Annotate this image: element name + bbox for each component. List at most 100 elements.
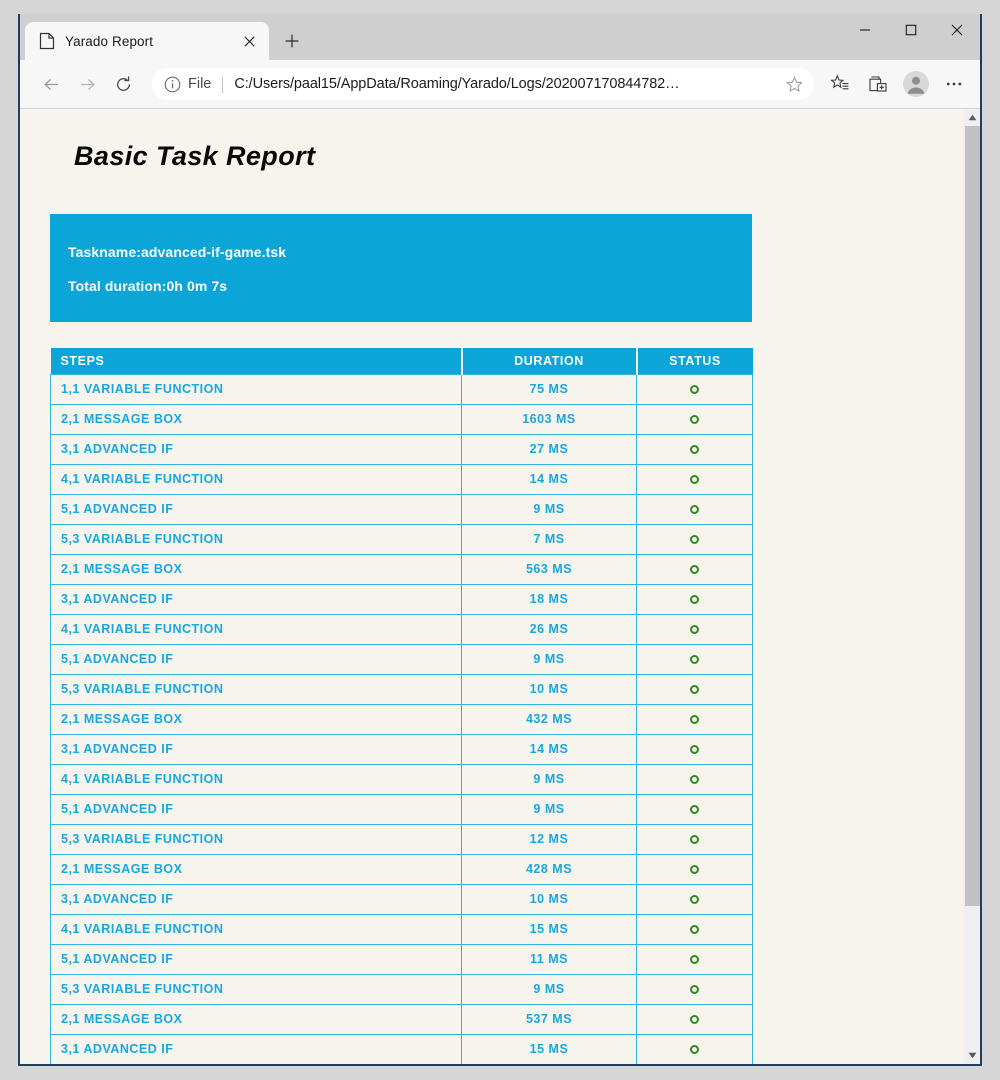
close-tab-icon[interactable] xyxy=(237,29,261,53)
status-ok-icon xyxy=(690,895,699,905)
table-row: 3,1 ADVANCED IF 14 MS xyxy=(50,733,753,765)
table-row: 4,1 VARIABLE FUNCTION 15 MS xyxy=(50,913,753,945)
cell-step: 2,1 MESSAGE BOX xyxy=(50,703,462,735)
cell-duration: 14 MS xyxy=(461,463,637,495)
forward-button[interactable] xyxy=(70,67,104,101)
scroll-up-icon[interactable] xyxy=(964,109,980,126)
maximize-button[interactable] xyxy=(888,14,934,46)
cell-step: 5,3 VARIABLE FUNCTION xyxy=(50,673,462,705)
tab-yarado-report[interactable]: Yarado Report xyxy=(25,22,269,60)
cell-duration: 9 MS xyxy=(461,763,637,795)
table-row: 2,1 MESSAGE BOX 432 MS xyxy=(50,703,753,735)
cell-step: 5,3 VARIABLE FUNCTION xyxy=(50,523,462,555)
cell-step: 3,1 ADVANCED IF xyxy=(50,733,462,765)
cell-status xyxy=(636,403,753,435)
table-row: 5,3 VARIABLE FUNCTION 7 MS xyxy=(50,523,753,555)
minimize-button[interactable] xyxy=(842,14,888,46)
cell-status xyxy=(636,973,753,1005)
new-tab-button[interactable] xyxy=(275,24,309,58)
cell-step: 5,3 VARIABLE FUNCTION xyxy=(50,823,462,855)
cell-duration: 10 MS xyxy=(461,883,637,915)
cell-duration: 7 MS xyxy=(461,523,637,555)
cell-status xyxy=(636,463,753,495)
cell-step: 4,1 VARIABLE FUNCTION xyxy=(50,763,462,795)
favorites-icon[interactable] xyxy=(822,66,858,102)
table-row: 5,3 VARIABLE FUNCTION 10 MS xyxy=(50,673,753,705)
address-bar[interactable]: File C:/Users/paal15/AppData/Roaming/Yar… xyxy=(152,68,814,100)
refresh-button[interactable] xyxy=(106,67,140,101)
cell-step: 1,1 VARIABLE FUNCTION xyxy=(50,373,462,405)
cell-status xyxy=(636,703,753,735)
cell-status xyxy=(636,553,753,585)
cell-status xyxy=(636,673,753,705)
tab-strip: Yarado Report xyxy=(20,14,980,60)
cell-step: 5,1 ADVANCED IF xyxy=(50,793,462,825)
cell-step: 5,3 VARIABLE FUNCTION xyxy=(50,973,462,1005)
table-row: 5,3 VARIABLE FUNCTION 12 MS xyxy=(50,823,753,855)
status-ok-icon xyxy=(690,565,699,575)
status-ok-icon xyxy=(690,1045,699,1055)
table-row: 5,1 ADVANCED IF 11 MS xyxy=(50,943,753,975)
cell-step: 5,1 ADVANCED IF xyxy=(50,493,462,525)
more-menu-button[interactable] xyxy=(936,66,972,102)
cell-step: 2,1 MESSAGE BOX xyxy=(50,1003,462,1035)
status-ok-icon xyxy=(690,535,699,545)
status-ok-icon xyxy=(690,835,699,845)
cell-status xyxy=(636,883,753,915)
scrollbar-thumb[interactable] xyxy=(965,126,980,906)
column-header-status[interactable]: STATUS xyxy=(636,348,753,374)
cell-duration: 428 MS xyxy=(461,853,637,885)
table-header-row: STEPS DURATION STATUS xyxy=(50,348,753,374)
cell-status xyxy=(636,853,753,885)
tab-title: Yarado Report xyxy=(65,33,154,49)
status-ok-icon xyxy=(690,505,699,515)
collections-icon[interactable] xyxy=(860,66,896,102)
status-ok-icon xyxy=(690,595,699,605)
cell-step: 5,1 ADVANCED IF xyxy=(50,643,462,675)
info-icon[interactable] xyxy=(164,76,181,93)
cell-status xyxy=(636,493,753,525)
status-ok-icon xyxy=(690,745,699,755)
task-summary-banner: Taskname:advanced-if-game.tsk Total dura… xyxy=(50,214,752,322)
browser-window: Yarado Report File C:/Users/paal15/AppDa… xyxy=(18,14,982,1066)
table-row: 2,1 MESSAGE BOX 428 MS xyxy=(50,853,753,885)
cell-duration: 9 MS xyxy=(461,643,637,675)
cell-status xyxy=(636,433,753,465)
cell-step: 5,1 ADVANCED IF xyxy=(50,943,462,975)
column-header-steps[interactable]: STEPS xyxy=(50,348,463,374)
status-ok-icon xyxy=(690,1015,699,1025)
table-row: 4,1 VARIABLE FUNCTION 14 MS xyxy=(50,463,753,495)
cell-status xyxy=(636,823,753,855)
url-text[interactable]: C:/Users/paal15/AppData/Roaming/Yarado/L… xyxy=(234,76,780,92)
cell-status xyxy=(636,643,753,675)
table-row: 4,1 VARIABLE FUNCTION 26 MS xyxy=(50,613,753,645)
vertical-scrollbar[interactable] xyxy=(963,109,980,1064)
profile-avatar-icon[interactable] xyxy=(898,66,934,102)
status-ok-icon xyxy=(690,775,699,785)
close-button[interactable] xyxy=(934,14,980,46)
status-ok-icon xyxy=(690,385,699,395)
cell-status xyxy=(636,913,753,945)
status-ok-icon xyxy=(690,655,699,665)
cell-step: 3,1 ADVANCED IF xyxy=(50,433,462,465)
content-area: Basic Task Report Taskname:advanced-if-g… xyxy=(20,108,980,1064)
cell-duration: 563 MS xyxy=(461,553,637,585)
column-header-duration[interactable]: DURATION xyxy=(461,348,638,374)
table-row: 5,3 VARIABLE FUNCTION 9 MS xyxy=(50,973,753,1005)
table-row: 5,1 ADVANCED IF 9 MS xyxy=(50,643,753,675)
cell-duration: 9 MS xyxy=(461,793,637,825)
cell-status xyxy=(636,613,753,645)
page-title: Basic Task Report xyxy=(74,141,316,171)
back-button[interactable] xyxy=(34,67,68,101)
favorite-star-icon[interactable] xyxy=(780,70,808,98)
cell-status xyxy=(636,1033,753,1064)
summary-duration: Total duration:0h 0m 7s xyxy=(68,278,228,294)
cell-duration: 1603 MS xyxy=(461,403,637,435)
summary-taskname: Taskname:advanced-if-game.tsk xyxy=(68,244,287,260)
cell-step: 3,1 ADVANCED IF xyxy=(50,883,462,915)
cell-status xyxy=(636,943,753,975)
status-ok-icon xyxy=(690,865,699,875)
scroll-down-icon[interactable] xyxy=(964,1047,980,1064)
cell-duration: 537 MS xyxy=(461,1003,637,1035)
cell-step: 4,1 VARIABLE FUNCTION xyxy=(50,913,462,945)
